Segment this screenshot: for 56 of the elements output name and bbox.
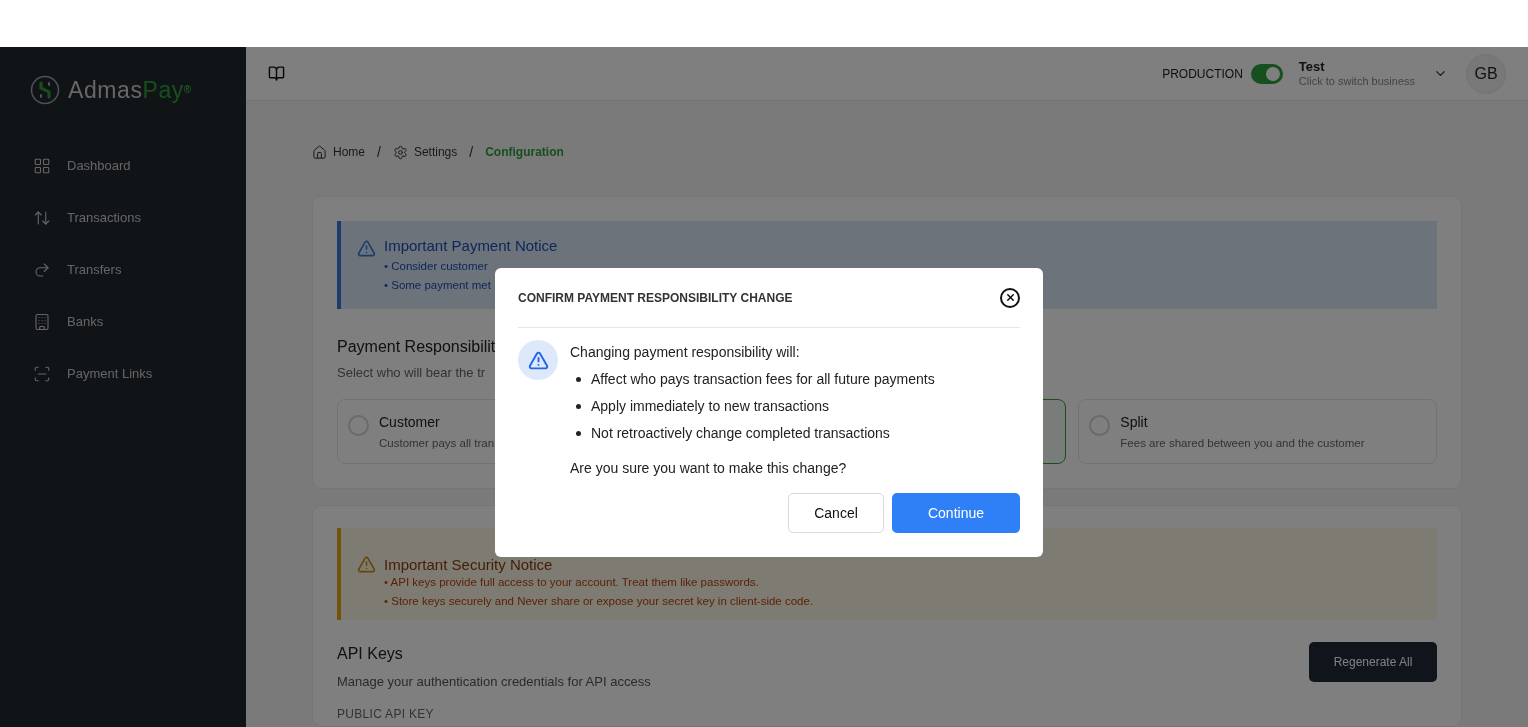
bullet-icon xyxy=(576,404,581,409)
breadcrumb-link[interactable]: Configuration xyxy=(485,143,564,161)
notice-line: • Store keys securely and Never share or expose your secret key in client-side code. xyxy=(384,593,814,609)
home-icon xyxy=(312,144,327,160)
continue-button[interactable]: Continue xyxy=(892,493,1020,533)
logo-text: AdmasPay$^{®}$ xyxy=(68,76,192,105)
option-description: Customer pays all tran xyxy=(379,435,495,451)
breadcrumb-separator: / xyxy=(469,142,474,162)
dialog-point: Apply immediately to new transactions xyxy=(591,397,830,416)
notice-line: • Some payment met xyxy=(384,278,491,293)
nav-item[interactable]: Banks xyxy=(0,298,246,345)
section-subtitle: Select who will bear the tr xyxy=(337,364,486,382)
option-title: Split xyxy=(1120,412,1149,432)
warning-icon xyxy=(527,349,549,371)
environment-label: PRODUCTION xyxy=(1162,65,1243,83)
section-subtitle: Manage your authentication credentials for API access xyxy=(337,672,651,691)
section-title: API Keys xyxy=(337,643,404,664)
breadcrumb-separator: / xyxy=(377,142,381,162)
nav-item[interactable]: Transactions xyxy=(0,194,246,241)
regenerate-all-button[interactable]: Regenerate All xyxy=(1309,641,1437,682)
section-title: Payment Responsibilit xyxy=(337,337,496,357)
notice-title: Important Payment Notice xyxy=(384,238,558,254)
book-icon[interactable] xyxy=(268,65,285,82)
grid-icon xyxy=(33,156,51,175)
bullet-icon xyxy=(576,377,581,382)
notice-title: Important Security Notice xyxy=(384,556,553,573)
arrows-icon xyxy=(33,208,51,227)
dialog-point: Not retroactively change completed transactions xyxy=(591,424,890,443)
environment-toggle[interactable] xyxy=(1250,63,1283,84)
redo-arrow-icon xyxy=(33,260,51,279)
notice-line: • Consider customer xyxy=(384,259,488,274)
option-description: Fees are shared between you and the customer xyxy=(1120,435,1365,451)
settings-icon xyxy=(392,144,408,160)
dialog-intro: Changing payment responsibility will: xyxy=(570,343,801,362)
field-label: PUBLIC API KEY xyxy=(337,706,435,723)
avatar[interactable]: GB xyxy=(1466,53,1506,94)
nav-item[interactable]: Payment Links xyxy=(0,350,246,397)
nav-item[interactable]: Transfers xyxy=(0,246,246,293)
warning-icon xyxy=(357,239,376,258)
close-icon xyxy=(1004,292,1016,303)
option-title: Customer xyxy=(379,412,441,432)
logo-icon xyxy=(30,75,60,106)
breadcrumb-link[interactable]: Settings xyxy=(392,143,458,161)
warning-icon xyxy=(357,554,376,574)
notice-line: • API keys provide full access to your account. Treat them like passwords. xyxy=(384,574,759,590)
cancel-button[interactable]: Cancel xyxy=(788,493,884,533)
breadcrumb-link[interactable]: Home xyxy=(312,143,365,161)
building-icon xyxy=(33,312,51,331)
nav-item[interactable]: Dashboard xyxy=(0,142,246,189)
dialog-title: CONFIRM PAYMENT RESPONSIBILITY CHANGE xyxy=(518,289,793,307)
scan-icon xyxy=(33,364,51,383)
dialog-question: Are you sure you want to make this change? xyxy=(570,459,848,478)
option-card[interactable]: Split Fees are shared between you and the customer xyxy=(1078,398,1437,464)
close-button[interactable] xyxy=(1000,287,1020,308)
bullet-icon xyxy=(576,431,581,436)
dialog-point: Affect who pays transaction fees for all future payments xyxy=(591,370,935,389)
